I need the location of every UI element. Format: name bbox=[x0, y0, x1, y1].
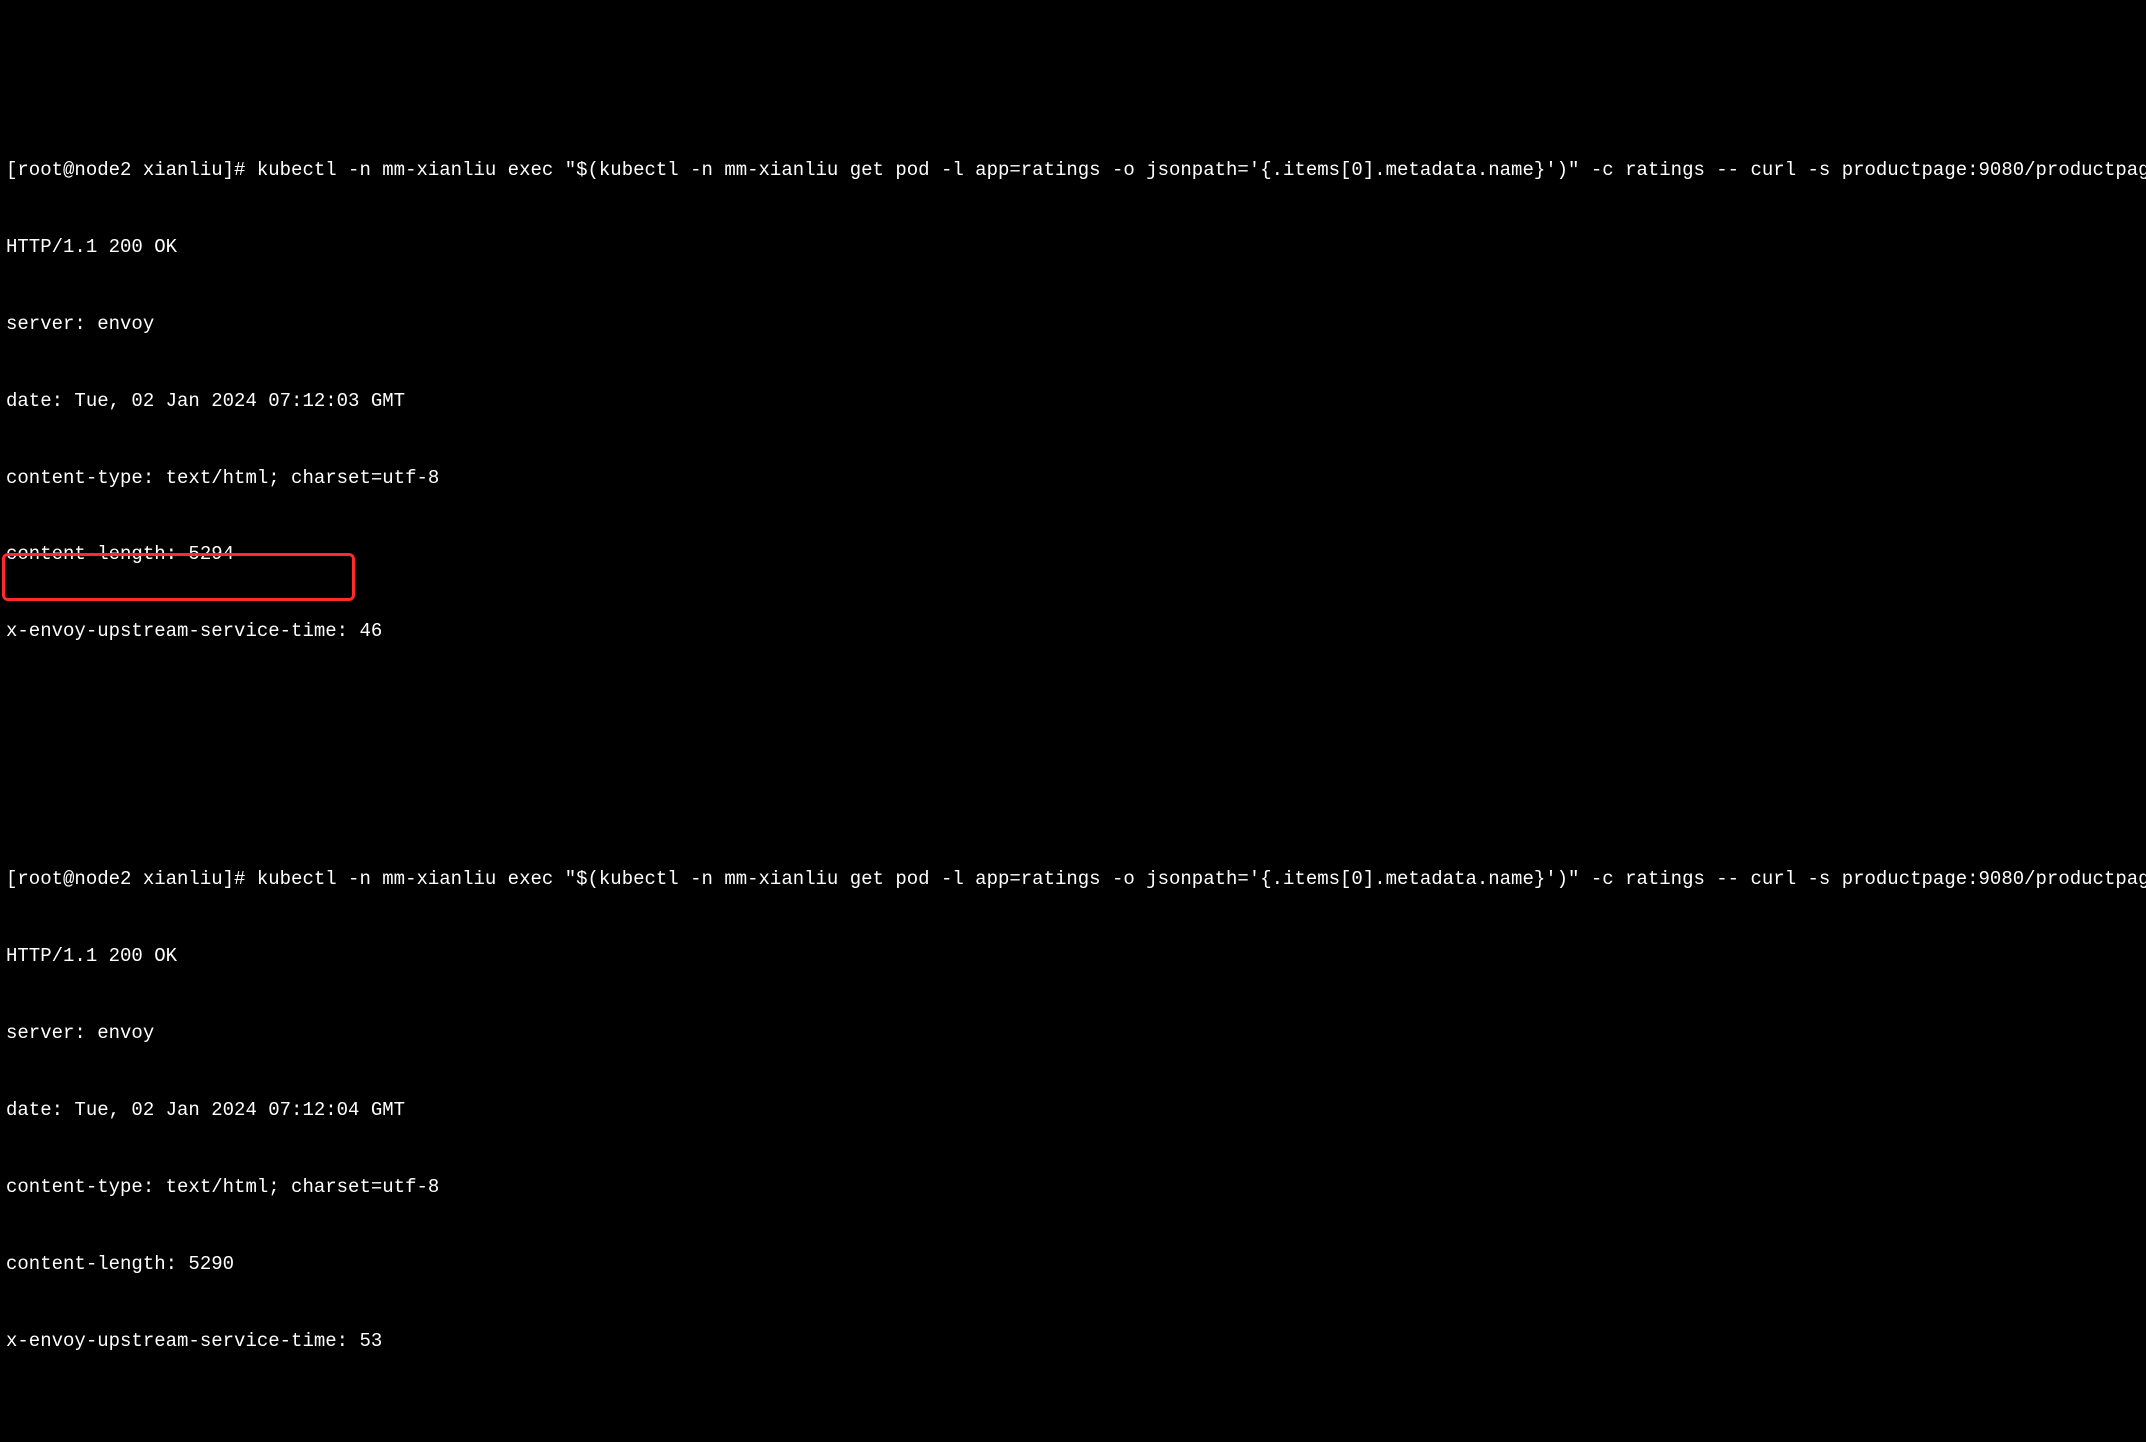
output-line: content-length: 5290 bbox=[6, 1252, 2140, 1278]
output-line: HTTP/1.1 200 OK bbox=[6, 944, 2140, 970]
terminal-output[interactable]: [root@node2 xianliu]# kubectl -n mm-xian… bbox=[0, 0, 2146, 1442]
output-line: server: envoy bbox=[6, 1021, 2140, 1047]
output-line: content-type: text/html; charset=utf-8 bbox=[6, 1175, 2140, 1201]
output-line: x-envoy-upstream-service-time: 46 bbox=[6, 619, 2140, 645]
command-line: [root@node2 xianliu]# kubectl -n mm-xian… bbox=[6, 158, 2140, 184]
output-line: x-envoy-upstream-service-time: 53 bbox=[6, 1329, 2140, 1355]
output-line: date: Tue, 02 Jan 2024 07:12:03 GMT bbox=[6, 389, 2140, 415]
output-line: date: Tue, 02 Jan 2024 07:12:04 GMT bbox=[6, 1098, 2140, 1124]
output-line: server: envoy bbox=[6, 312, 2140, 338]
shell-command: kubectl -n mm-xianliu exec "$(kubectl -n… bbox=[257, 868, 2146, 890]
shell-prompt: [root@node2 xianliu]# bbox=[6, 868, 257, 890]
output-line: HTTP/1.1 200 OK bbox=[6, 235, 2140, 261]
terminal-block: [root@node2 xianliu]# kubectl -n mm-xian… bbox=[6, 107, 2140, 697]
output-line: content-type: text/html; charset=utf-8 bbox=[6, 466, 2140, 492]
output-line: content-length: 5294 bbox=[6, 542, 2140, 568]
terminal-block: [root@node2 xianliu]# kubectl -n mm-xian… bbox=[6, 816, 2140, 1406]
command-line: [root@node2 xianliu]# kubectl -n mm-xian… bbox=[6, 867, 2140, 893]
shell-prompt: [root@node2 xianliu]# bbox=[6, 159, 257, 181]
shell-command: kubectl -n mm-xianliu exec "$(kubectl -n… bbox=[257, 159, 2146, 181]
